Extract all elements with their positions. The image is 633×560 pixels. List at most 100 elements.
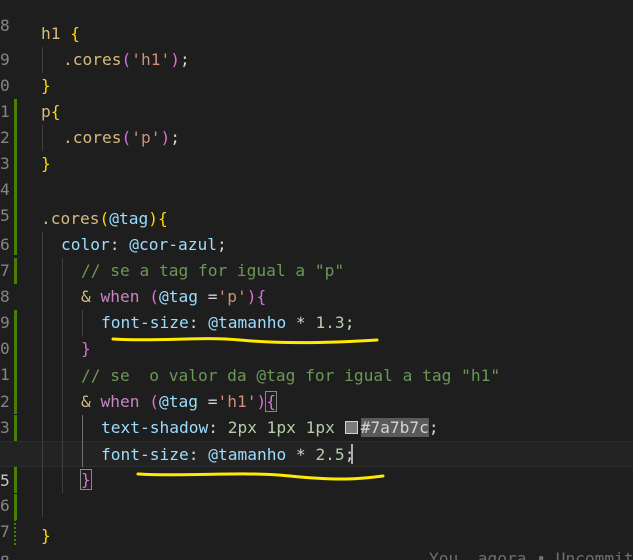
paren: ) bbox=[256, 392, 267, 411]
editor-line: 3 .cores('p'); bbox=[0, 125, 633, 203]
selector: p bbox=[41, 102, 51, 121]
colon: : bbox=[188, 313, 209, 332]
code-text: text-shadow: 2px 1px 1px #7a7b7c; bbox=[101, 415, 439, 441]
semicolon: ; bbox=[170, 128, 180, 147]
code-text: } bbox=[41, 523, 51, 549]
editor-line: 8 // se a tag for igual a "p" bbox=[0, 258, 633, 336]
paren: ( bbox=[149, 287, 159, 306]
brace: { bbox=[70, 24, 80, 43]
editor-line: 4 } bbox=[0, 151, 633, 229]
code-text: // se o valor da @tag for igual a tag "h… bbox=[81, 363, 500, 389]
line-number: 8 bbox=[0, 549, 12, 560]
variable: @tag bbox=[158, 392, 198, 411]
editor-line: 1 } bbox=[0, 336, 633, 414]
variable: @tamanho bbox=[208, 313, 287, 332]
brace: { bbox=[50, 102, 61, 121]
variable: @cor-azul bbox=[129, 235, 217, 254]
operator: = bbox=[197, 287, 218, 306]
brace: } bbox=[41, 76, 51, 95]
colon: : bbox=[208, 418, 228, 437]
paren: ( bbox=[99, 209, 110, 228]
property: font-size bbox=[101, 445, 189, 464]
parent-selector: & bbox=[81, 287, 91, 306]
editor-line: 6 } bbox=[0, 467, 633, 545]
comment: // se a tag for igual a "p" bbox=[81, 261, 345, 280]
code-editor[interactable]: 8 9 h1 { 0 .cores('h1'); 1 } 2 p{ 3 .cor… bbox=[0, 0, 633, 560]
selector: h1 bbox=[41, 24, 61, 43]
brace: } bbox=[41, 526, 51, 545]
number: 2.5 bbox=[315, 445, 345, 464]
property: text-shadow bbox=[101, 418, 209, 437]
code-text: font-size: @tamanho * 1.3; bbox=[101, 310, 354, 336]
brace: { bbox=[256, 287, 267, 306]
indent-guide bbox=[62, 258, 63, 493]
variable: @tamanho bbox=[208, 445, 287, 464]
indent-guide bbox=[42, 47, 43, 73]
editor-line: 8 } bbox=[0, 523, 633, 560]
matched-brace: } bbox=[80, 469, 92, 490]
operator: = bbox=[197, 392, 218, 411]
mixin-call: .cores bbox=[63, 50, 122, 69]
paren: ) bbox=[246, 287, 257, 306]
code-text: } bbox=[80, 467, 92, 493]
variable: @tag bbox=[158, 287, 198, 306]
code-text: h1 { bbox=[41, 21, 80, 47]
editor-line: 7 bbox=[0, 493, 633, 541]
editor-line: 8 bbox=[0, 0, 633, 35]
indent-guide bbox=[82, 310, 83, 336]
editor-line-current: 5 font-size: @tamanho * 2.5; You, agora … bbox=[0, 441, 633, 560]
mixin-definition: .cores bbox=[41, 209, 100, 228]
editor-line: 4 text-shadow: 2px 1px 1px #7a7b7c; bbox=[0, 415, 633, 493]
code-text: .cores('p'); bbox=[63, 125, 180, 151]
text-cursor bbox=[351, 444, 353, 464]
semicolon: ; bbox=[216, 235, 227, 254]
editor-line: 1 } bbox=[0, 73, 633, 151]
editor-line: 7 color: @cor-azul; bbox=[0, 232, 633, 280]
property: font-size bbox=[101, 313, 189, 332]
code-text: color: @cor-azul; bbox=[61, 232, 227, 258]
code-text: } bbox=[81, 336, 91, 362]
code-text: .cores('h1'); bbox=[63, 47, 190, 73]
keyword: when bbox=[90, 287, 150, 306]
keyword: when bbox=[90, 392, 150, 411]
string: 'p' bbox=[217, 287, 247, 306]
comment: // se o valor da @tag for igual a tag "h… bbox=[81, 366, 501, 385]
indent-guide bbox=[42, 125, 43, 151]
paren: ) bbox=[160, 128, 171, 147]
editor-line: 6 .cores(@tag){ bbox=[0, 206, 633, 284]
parent-selector: & bbox=[81, 392, 91, 411]
paren: ( bbox=[149, 392, 159, 411]
colon: : bbox=[188, 445, 209, 464]
code-text: & when (@tag ='h1'){ bbox=[81, 389, 277, 415]
code-text: font-size: @tamanho * 2.5; bbox=[101, 442, 354, 468]
editor-line: 5 bbox=[0, 177, 633, 255]
color-swatch[interactable] bbox=[344, 421, 358, 434]
editor-line: 0 font-size: @tamanho * 1.3; bbox=[0, 310, 633, 388]
indent-guide-active bbox=[82, 415, 83, 467]
string: 'h1' bbox=[217, 392, 257, 411]
editor-line: 0 .cores('h1'); bbox=[0, 47, 633, 125]
indent-guide bbox=[42, 232, 43, 517]
code-text: // se a tag for igual a "p" bbox=[81, 258, 344, 284]
code-text: p{ bbox=[41, 99, 61, 125]
code-text: & when (@tag ='p'){ bbox=[81, 284, 266, 310]
paren: ) bbox=[170, 50, 180, 69]
mixin-call: .cores bbox=[63, 128, 122, 147]
semicolon: ; bbox=[179, 50, 190, 69]
brace: { bbox=[157, 209, 168, 228]
paren: ( bbox=[121, 128, 132, 147]
color-value: #7a7b7c bbox=[360, 418, 429, 437]
paren: ( bbox=[121, 50, 132, 69]
variable: @tag bbox=[109, 209, 149, 228]
semicolon: ; bbox=[428, 418, 439, 437]
brace: } bbox=[81, 339, 91, 358]
editor-line: 3 & when (@tag ='h1'){ bbox=[0, 389, 633, 467]
brace: } bbox=[41, 154, 51, 173]
code-text: } bbox=[41, 73, 51, 99]
number: 1.3 bbox=[315, 313, 345, 332]
operator: * bbox=[286, 313, 316, 332]
colon: : bbox=[109, 235, 130, 254]
code-text: .cores(@tag){ bbox=[41, 206, 168, 232]
paren: ) bbox=[148, 209, 158, 228]
